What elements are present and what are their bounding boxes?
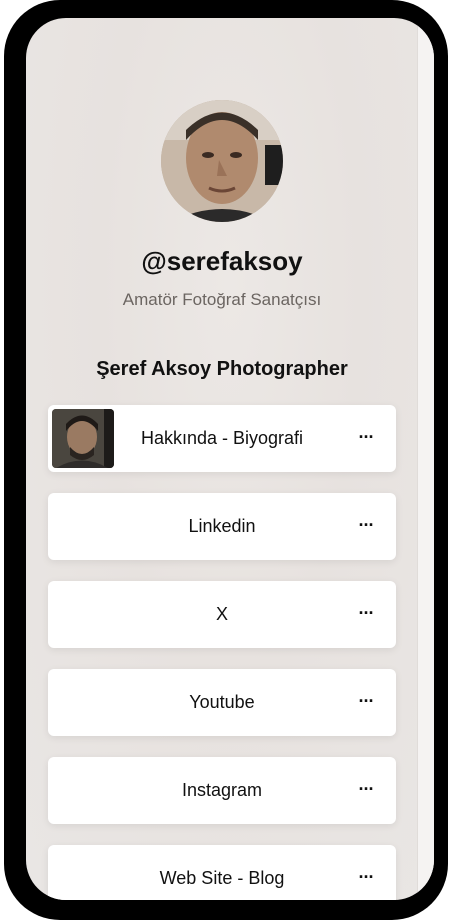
scroll-edge xyxy=(417,18,434,900)
link-thumbnail xyxy=(52,409,114,468)
more-options-button[interactable]: ··· xyxy=(350,774,382,806)
more-options-button[interactable]: ··· xyxy=(350,686,382,718)
link-label: Linkedin xyxy=(188,516,256,536)
link-website-blog[interactable]: Web Site - Blog ··· xyxy=(48,845,396,900)
link-label: Instagram xyxy=(181,780,263,800)
phone-frame: @serefaksoy Amatör Fotoğraf Sanatçısı Şe… xyxy=(4,0,448,920)
more-options-button[interactable]: ··· xyxy=(350,510,382,542)
link-youtube[interactable]: Youtube ··· xyxy=(48,669,396,736)
more-options-button[interactable]: ··· xyxy=(350,422,382,454)
section-title: Şeref Aksoy Photographer xyxy=(96,358,348,380)
username: @serefaksoy xyxy=(141,246,303,276)
link-biography[interactable]: Hakkında - Biyografi ··· xyxy=(48,405,396,472)
more-options-button[interactable]: ··· xyxy=(350,862,382,894)
link-instagram[interactable]: Instagram ··· xyxy=(48,757,396,824)
avatar-photo-icon xyxy=(161,100,283,222)
link-label: X xyxy=(215,604,228,624)
more-options-button[interactable]: ··· xyxy=(350,598,382,630)
portrait-photo-icon xyxy=(52,409,114,468)
link-linkedin[interactable]: Linkedin ··· xyxy=(48,493,396,560)
link-label: Web Site - Blog xyxy=(159,868,285,888)
profile-screen: @serefaksoy Amatör Fotoğraf Sanatçısı Şe… xyxy=(26,18,434,900)
link-label: Hakkında - Biyografi xyxy=(140,428,304,448)
link-x[interactable]: X ··· xyxy=(48,581,396,648)
link-label: Youtube xyxy=(189,692,255,712)
avatar xyxy=(161,100,283,222)
profile-bio: Amatör Fotoğraf Sanatçısı xyxy=(122,290,322,309)
